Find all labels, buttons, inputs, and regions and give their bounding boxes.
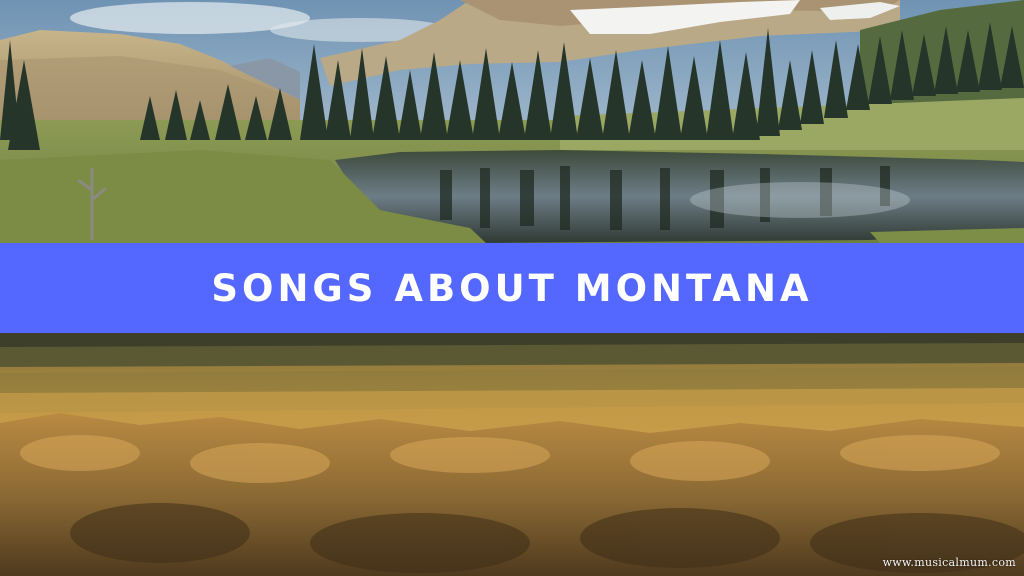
- thumbnail: SONGS ABOUT MONTANA www.musicalmum.com: [0, 0, 1024, 576]
- mountain-lake-photo: [0, 0, 1024, 243]
- prairie-photo: [0, 333, 1024, 576]
- banner-title: SONGS ABOUT MONTANA: [211, 266, 813, 310]
- title-banner: SONGS ABOUT MONTANA: [0, 243, 1024, 333]
- prairie-illustration: [0, 333, 1024, 576]
- mountain-lake-illustration: [0, 0, 1024, 243]
- website-watermark: www.musicalmum.com: [882, 556, 1016, 569]
